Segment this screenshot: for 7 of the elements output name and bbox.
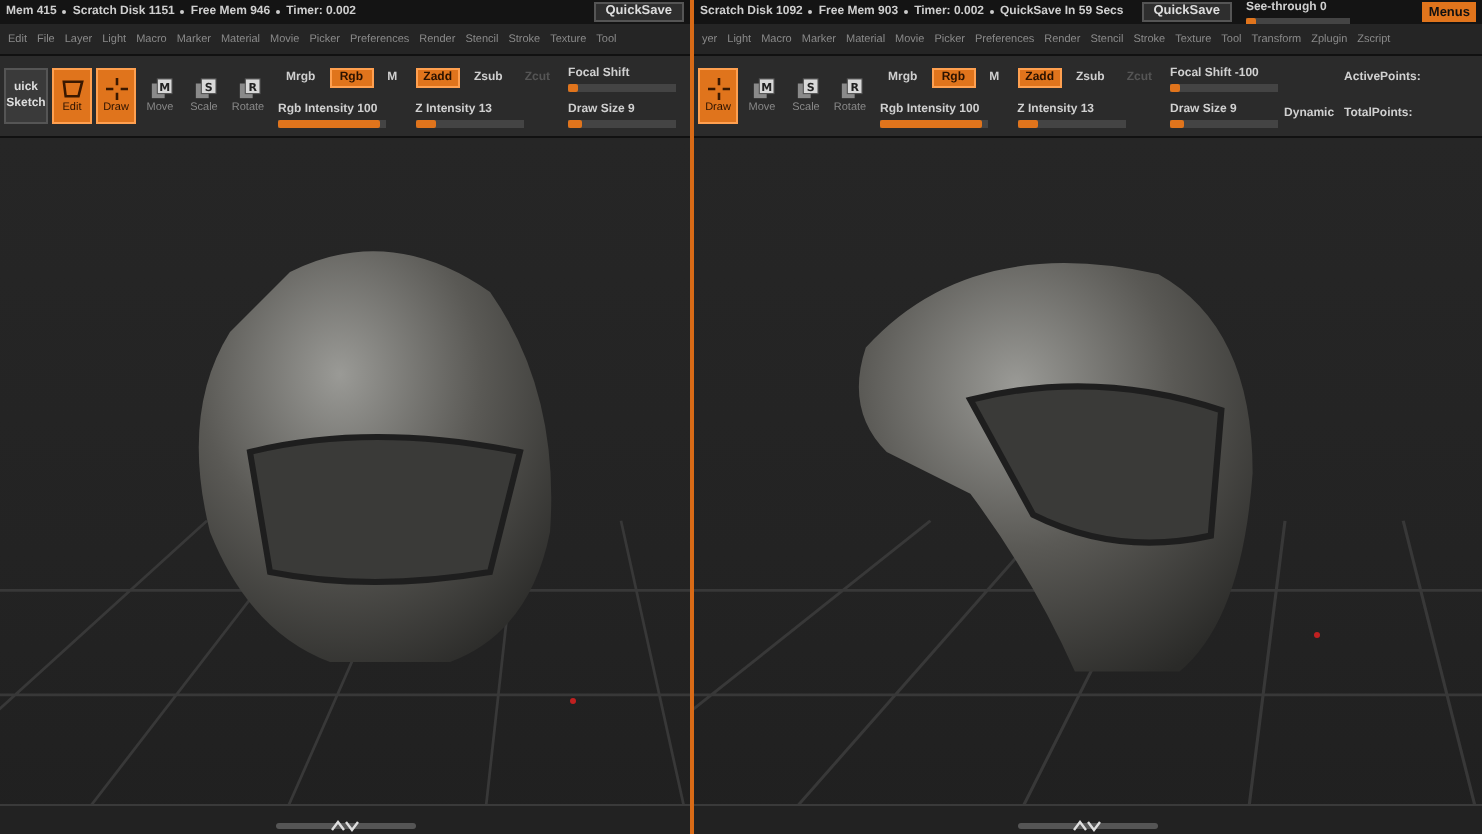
pivot-marker (570, 698, 576, 704)
pivot-marker (1314, 632, 1320, 638)
crosshair-icon (705, 78, 731, 100)
tray-handle-icon[interactable] (275, 820, 415, 832)
crosshair-icon (103, 78, 129, 100)
edit-icon (59, 78, 85, 100)
tray-handle-icon[interactable] (1018, 820, 1158, 832)
